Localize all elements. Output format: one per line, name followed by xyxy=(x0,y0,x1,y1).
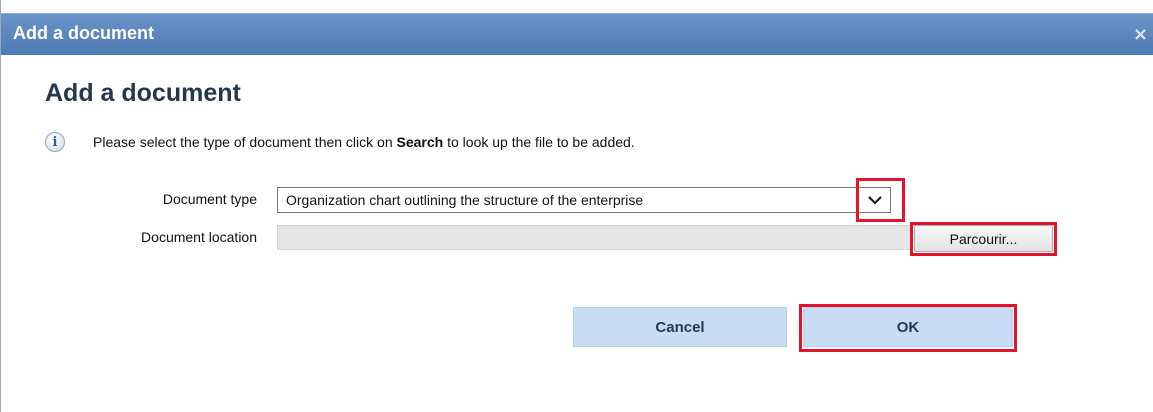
cancel-button[interactable]: Cancel xyxy=(573,307,787,347)
dialog-title: Add a document xyxy=(13,23,155,43)
document-type-label: Document type xyxy=(162,191,257,207)
info-text-bold: Search xyxy=(396,134,444,150)
info-icon: i xyxy=(45,132,65,152)
info-message: i Please select the type of document the… xyxy=(45,132,635,152)
document-type-value: Organization chart outlining the structu… xyxy=(286,192,644,208)
info-text-part: Please select the type of document then … xyxy=(93,134,397,150)
add-document-dialog: Add a document × Add a document i Please… xyxy=(0,0,1153,412)
document-location-field[interactable] xyxy=(277,225,913,250)
page-title: Add a document xyxy=(45,79,241,107)
ok-button[interactable]: OK xyxy=(803,307,1013,347)
chevron-down-icon[interactable] xyxy=(864,191,886,209)
browse-button[interactable]: Parcourir... xyxy=(914,225,1053,252)
dialog-titlebar[interactable]: Add a document × xyxy=(1,13,1153,55)
close-icon[interactable]: × xyxy=(1133,24,1148,45)
top-strip xyxy=(1,0,1153,13)
document-location-label: Document location xyxy=(141,229,257,245)
info-text: Please select the type of document then … xyxy=(93,134,635,150)
info-text-part: to look up the file to be added. xyxy=(443,134,635,150)
document-type-select[interactable]: Organization chart outlining the structu… xyxy=(277,187,891,213)
